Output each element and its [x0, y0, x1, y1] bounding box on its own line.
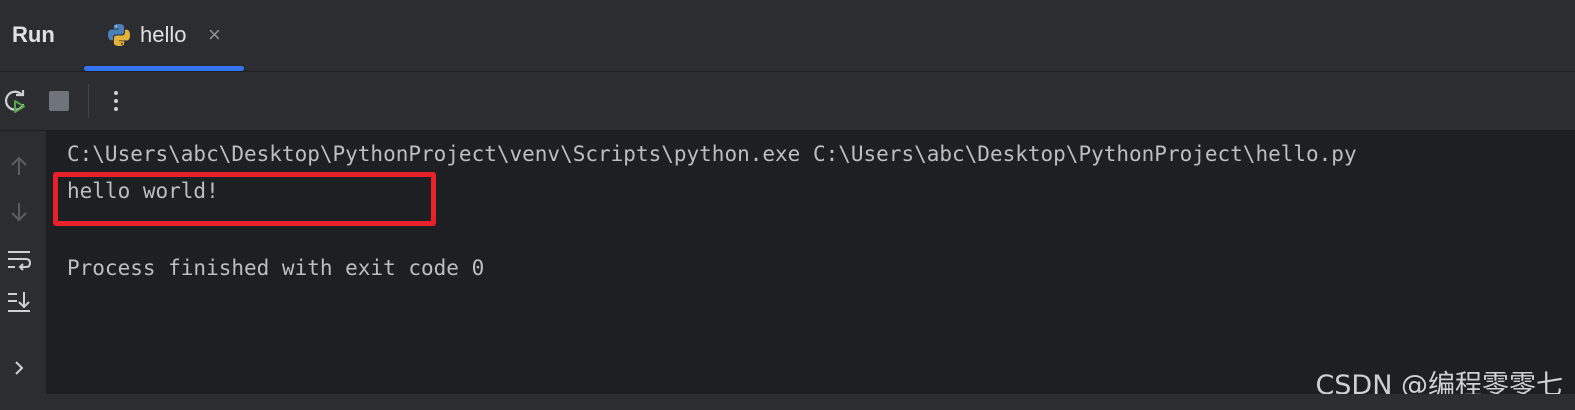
console-gutter [0, 131, 46, 394]
scroll-to-end-icon[interactable] [6, 289, 32, 315]
toolbar-separator [88, 84, 89, 118]
soft-wrap-icon[interactable] [6, 247, 32, 273]
stop-icon[interactable] [45, 87, 73, 115]
down-arrow-icon[interactable] [6, 199, 32, 225]
python-icon [108, 24, 130, 46]
rerun-icon[interactable] [2, 87, 30, 115]
console-output[interactable]: C:\Users\abc\Desktop\PythonProject\venv\… [46, 131, 1575, 401]
panel-title: Run [12, 22, 55, 47]
chevron-right-icon[interactable] [6, 355, 32, 381]
bottom-strip [0, 394, 1575, 410]
more-vertical-icon[interactable] [102, 87, 130, 115]
active-tab-indicator [84, 66, 244, 71]
run-toolbar [0, 72, 1575, 131]
tab-label: hello [140, 22, 187, 47]
tab-bar: Run hello × [0, 0, 1575, 72]
tab-hello[interactable]: hello × [84, 0, 244, 71]
close-icon[interactable]: × [208, 22, 221, 48]
up-arrow-icon[interactable] [6, 153, 32, 179]
highlight-box [53, 172, 436, 226]
exit-message: Process finished with exit code 0 [67, 256, 485, 280]
command-line: C:\Users\abc\Desktop\PythonProject\venv\… [67, 142, 1357, 166]
